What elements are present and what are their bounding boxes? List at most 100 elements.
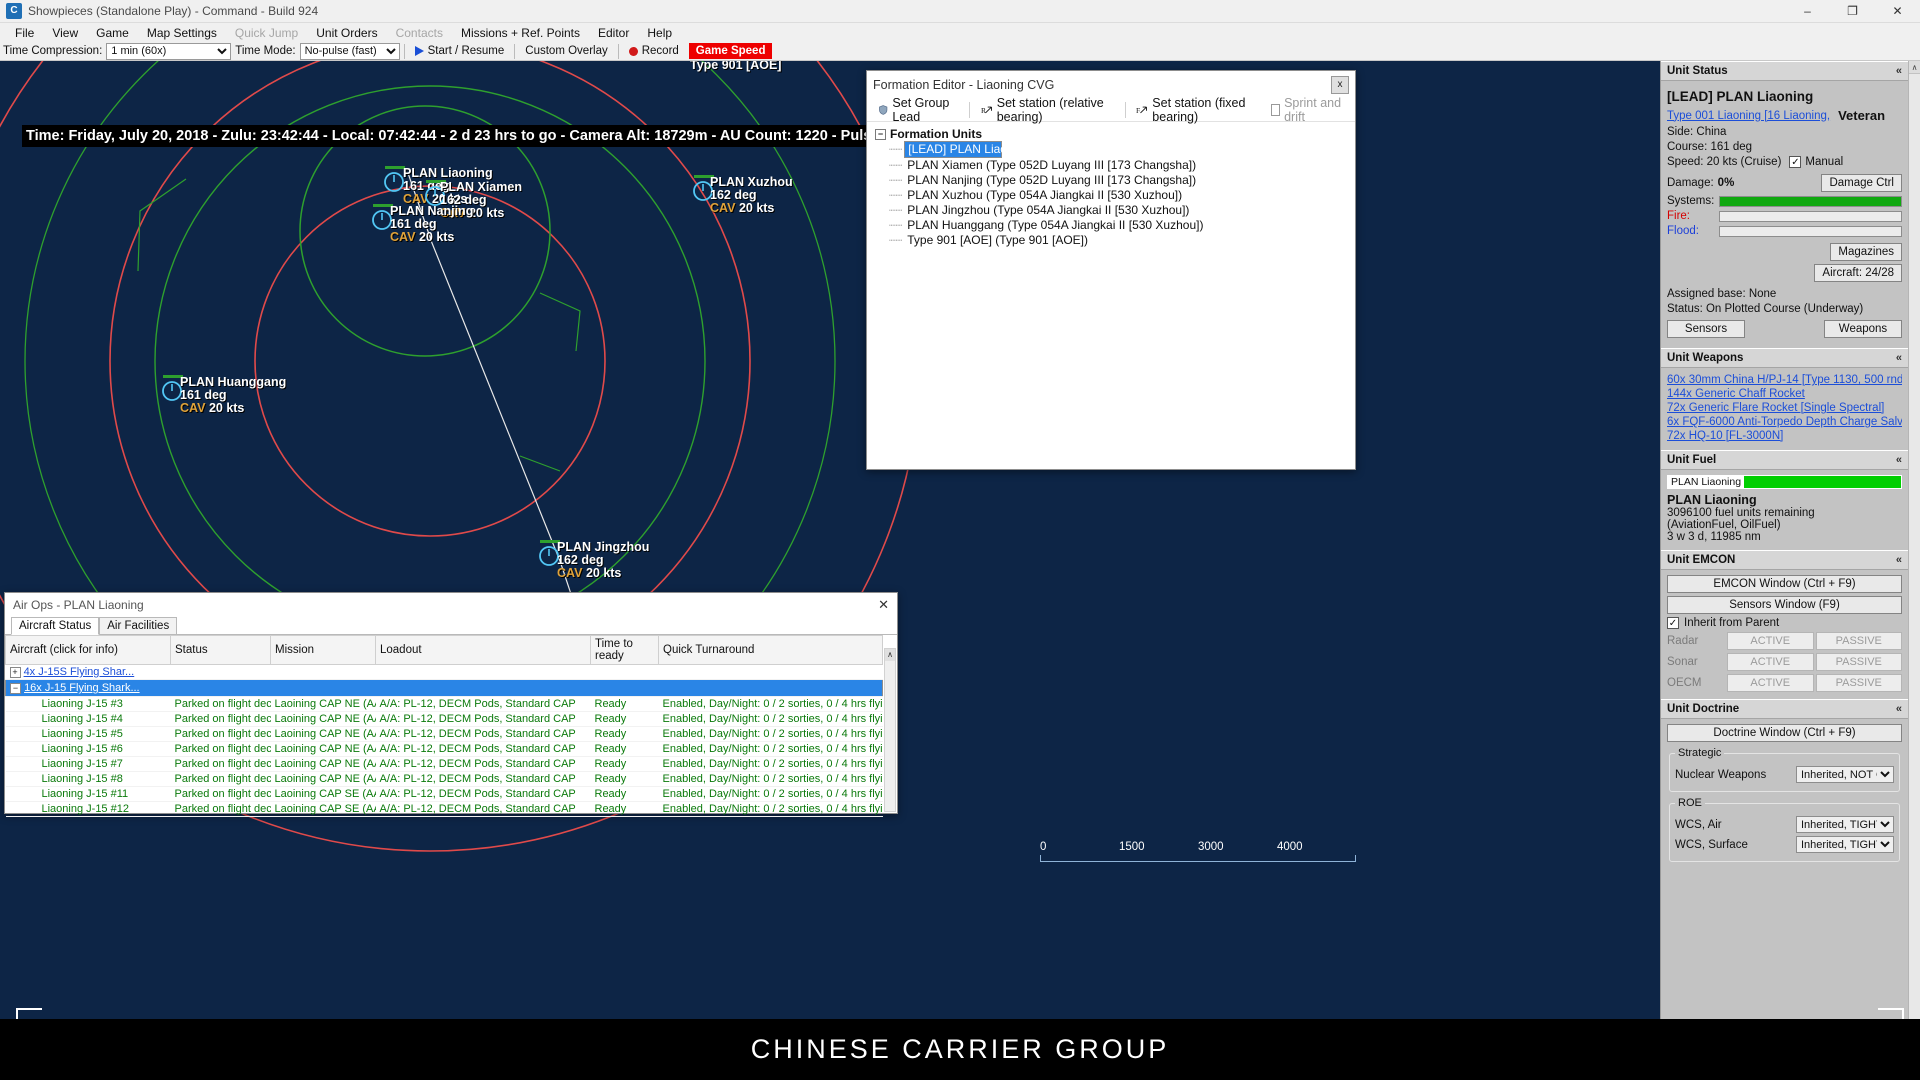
table-row[interactable]: Liaoning J-15 #12Parked on flight deckLa…: [6, 802, 883, 817]
menu-item-map-settings[interactable]: Map Settings: [138, 24, 226, 42]
formation-unit-label[interactable]: PLAN Xiamen (Type 052D Luyang III [173 C…: [904, 158, 1199, 173]
formation-unit-label[interactable]: Type 901 [AOE] (Type 901 [AOE]): [904, 233, 1091, 248]
column-header[interactable]: Status: [171, 636, 271, 665]
chevron-up-icon[interactable]: «: [1896, 65, 1902, 77]
tree-collapse-icon[interactable]: −: [875, 129, 886, 140]
column-header[interactable]: Mission: [271, 636, 376, 665]
column-header[interactable]: Time to ready: [591, 636, 659, 665]
emcon-active-button[interactable]: ACTIVE: [1727, 674, 1814, 692]
menu-item-game[interactable]: Game: [87, 24, 138, 42]
tab-air-facilities[interactable]: Air Facilities: [99, 617, 177, 634]
close-button[interactable]: ✕: [1875, 0, 1920, 22]
column-header[interactable]: Quick Turnaround: [659, 636, 883, 665]
table-row[interactable]: Liaoning J-15 #7Parked on flight deckLao…: [6, 757, 883, 772]
formation-unit-row[interactable]: ┈┈PLAN Nanjing (Type 052D Luyang III [17…: [889, 173, 1355, 188]
menu-item-help[interactable]: Help: [638, 24, 681, 42]
group-label[interactable]: 4x J-15S Flying Shar...: [24, 666, 135, 678]
aircraft-group-row[interactable]: + 4x J-15S Flying Shar...: [6, 665, 883, 680]
nuclear-weapons-select[interactable]: Inherited, NOT GRA: [1796, 766, 1894, 783]
menu-item-unit-orders[interactable]: Unit Orders: [307, 24, 386, 42]
wcs-surface-select[interactable]: Inherited, TIGHT - fi: [1796, 836, 1894, 853]
formation-unit-row[interactable]: ┈┈PLAN Jingzhou (Type 054A Jiangkai II […: [889, 203, 1355, 218]
chevron-up-icon-weapons[interactable]: «: [1896, 352, 1902, 364]
game-speed-indicator[interactable]: Game Speed: [689, 43, 773, 59]
formation-unit-label[interactable]: PLAN Jingzhou (Type 054A Jiangkai II [53…: [904, 203, 1192, 218]
column-header[interactable]: Aircraft (click for info): [6, 636, 171, 665]
formation-unit-label[interactable]: PLAN Huanggang (Type 054A Jiangkai II [5…: [904, 218, 1206, 233]
unit-status-header[interactable]: Unit Status «: [1661, 61, 1908, 81]
sensors-window-button[interactable]: Sensors Window (F9): [1667, 596, 1902, 614]
air-ops-scrollbar[interactable]: ∧: [884, 648, 896, 812]
table-row[interactable]: Liaoning J-15 #8Parked on flight deckLao…: [6, 772, 883, 787]
formation-unit-label[interactable]: [LEAD] PLAN Liaoning (Type 001 Liaoning …: [904, 141, 1002, 158]
emcon-passive-button[interactable]: PASSIVE: [1816, 632, 1903, 650]
weapons-button[interactable]: Weapons: [1824, 320, 1902, 338]
inherit-from-parent-checkbox[interactable]: ✓: [1667, 617, 1679, 629]
table-row[interactable]: Liaoning J-15 #11Parked on flight deckLa…: [6, 787, 883, 802]
table-row[interactable]: Liaoning J-15 #3Parked on flight deckLao…: [6, 697, 883, 712]
wcs-air-select[interactable]: Inherited, TIGHT - fi: [1796, 816, 1894, 833]
menu-item-editor[interactable]: Editor: [589, 24, 638, 42]
weapon-link[interactable]: 72x Generic Flare Rocket [Single Spectra…: [1667, 401, 1902, 415]
map-unit-symbol[interactable]: [383, 171, 405, 198]
chevron-up-icon-fuel[interactable]: «: [1896, 454, 1902, 466]
unit-class-link[interactable]: Type 001 Liaoning [16 Liaoning,: [1667, 110, 1830, 122]
tab-aircraft-status[interactable]: Aircraft Status: [11, 617, 99, 635]
formation-unit-row[interactable]: ┈┈Type 901 [AOE] (Type 901 [AOE]): [889, 233, 1355, 248]
air-ops-close-button[interactable]: ✕: [878, 597, 889, 613]
map-unit-symbol[interactable]: [692, 180, 714, 207]
formation-unit-row[interactable]: ┈┈[LEAD] PLAN Liaoning (Type 001 Liaonin…: [889, 141, 1355, 158]
time-mode-select[interactable]: No-pulse (fast): [300, 43, 400, 60]
minimize-button[interactable]: –: [1785, 0, 1830, 22]
map-unit-symbol[interactable]: [424, 185, 446, 212]
aircraft-count-button[interactable]: Aircraft: 24/28: [1814, 264, 1902, 282]
map-unit-symbol[interactable]: [371, 209, 393, 236]
aircraft-group-row[interactable]: − 16x J-15 Flying Shark...: [6, 680, 883, 697]
sprint-and-drift-checkbox[interactable]: Sprint and drift: [1268, 95, 1347, 125]
emcon-passive-button[interactable]: PASSIVE: [1816, 674, 1903, 692]
formation-unit-row[interactable]: ┈┈PLAN Xiamen (Type 052D Luyang III [173…: [889, 158, 1355, 173]
scroll-up-icon-airops[interactable]: ∧: [885, 649, 895, 661]
sidebar-scrollbar[interactable]: ∧: [1908, 61, 1920, 1019]
unit-emcon-header[interactable]: Unit EMCON «: [1661, 550, 1908, 570]
emcon-window-button[interactable]: EMCON Window (Ctrl + F9): [1667, 575, 1902, 593]
formation-editor-dialog[interactable]: Formation Editor - Liaoning CVG x Set Gr…: [866, 70, 1356, 470]
group-label[interactable]: 16x J-15 Flying Shark...: [24, 682, 140, 694]
sensors-button[interactable]: Sensors: [1667, 320, 1745, 338]
unit-doctrine-header[interactable]: Unit Doctrine «: [1661, 699, 1908, 719]
menu-item-file[interactable]: File: [6, 24, 43, 42]
formation-unit-row[interactable]: ┈┈PLAN Huanggang (Type 054A Jiangkai II …: [889, 218, 1355, 233]
set-group-lead-button[interactable]: Set Group Lead: [875, 95, 961, 125]
formation-unit-label[interactable]: PLAN Nanjing (Type 052D Luyang III [173 …: [904, 173, 1199, 188]
table-row[interactable]: Liaoning J-15 #5Parked on flight deckLao…: [6, 727, 883, 742]
table-row[interactable]: Liaoning J-15 #4Parked on flight deckLao…: [6, 712, 883, 727]
menu-item-view[interactable]: View: [43, 24, 87, 42]
time-compression-select[interactable]: 1 min (60x): [106, 43, 231, 60]
weapon-link[interactable]: 6x FQF-6000 Anti-Torpedo Depth Charge Sa…: [1667, 415, 1902, 429]
doctrine-window-button[interactable]: Doctrine Window (Ctrl + F9): [1667, 724, 1902, 742]
weapon-link[interactable]: 72x HQ-10 [FL-3000N]: [1667, 429, 1902, 443]
chevron-up-icon-emcon[interactable]: «: [1896, 554, 1902, 566]
air-ops-window[interactable]: Air Ops - PLAN Liaoning ✕ Aircraft Statu…: [4, 592, 898, 814]
weapon-link[interactable]: 60x 30mm China H/PJ-14 [Type 1130, 500 r…: [1667, 373, 1902, 387]
record-button[interactable]: Record: [623, 44, 685, 58]
weapon-link[interactable]: 144x Generic Chaff Rocket: [1667, 387, 1902, 401]
chevron-up-icon-doctrine[interactable]: «: [1896, 703, 1902, 715]
map-unit-symbol[interactable]: [161, 380, 183, 407]
formation-editor-close-button[interactable]: x: [1331, 76, 1349, 94]
set-station-relative-button[interactable]: R Set station (relative bearing): [978, 95, 1117, 125]
damage-ctrl-button[interactable]: Damage Ctrl: [1821, 174, 1902, 192]
unit-weapons-header[interactable]: Unit Weapons «: [1661, 348, 1908, 368]
start-resume-button[interactable]: Start / Resume: [409, 44, 511, 58]
emcon-active-button[interactable]: ACTIVE: [1727, 653, 1814, 671]
unit-fuel-header[interactable]: Unit Fuel «: [1661, 450, 1908, 470]
group-expander-icon[interactable]: −: [10, 683, 21, 694]
custom-overlay-button[interactable]: Custom Overlay: [519, 44, 613, 58]
menu-item-missions-ref-points[interactable]: Missions + Ref. Points: [452, 24, 589, 42]
formation-units-root[interactable]: − Formation Units: [875, 127, 1355, 141]
manual-speed-checkbox[interactable]: ✓: [1789, 156, 1801, 168]
map-unit-symbol[interactable]: [538, 545, 560, 572]
table-row[interactable]: Liaoning J-15 #6Parked on flight deckLao…: [6, 742, 883, 757]
maximize-button[interactable]: ❐: [1830, 0, 1875, 22]
magazines-button[interactable]: Magazines: [1830, 243, 1902, 261]
